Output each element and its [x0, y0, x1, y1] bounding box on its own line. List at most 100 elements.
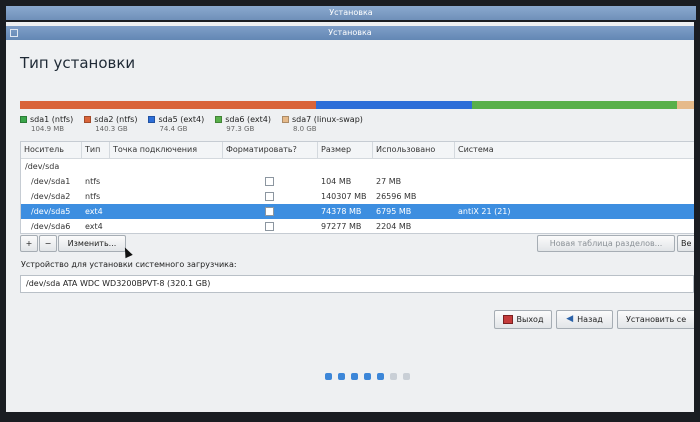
column-header[interactable]: Форматировать? [223, 142, 318, 158]
installer-window: Установка Тип установки sda1 (ntfs) 104.9… [6, 22, 694, 412]
table-body: /dev/sda1 ntfs 104 MB 27 MB/dev/sda2 ntfs 140… [21, 174, 694, 233]
partition-row[interactable]: /dev/sda1 ntfs 104 MB 27 MB [21, 174, 694, 189]
legend-item-name: sda1 (ntfs) [30, 115, 74, 124]
legend-item-top: sda2 (ntfs) [84, 115, 137, 124]
install-button-label: Установить се [626, 315, 687, 324]
cell-used: 2204 MB [376, 222, 412, 231]
cell-used: 26596 MB [376, 192, 417, 201]
legend-swatch-icon [148, 116, 156, 123]
remove-partition-button[interactable]: − [39, 235, 57, 252]
column-header[interactable]: Точка подключения [110, 142, 223, 158]
cell-device: /dev/sda6 [31, 222, 71, 231]
back-button[interactable]: ◀ Назад [556, 310, 613, 329]
partition-bar-segment [677, 101, 694, 109]
step-dot [364, 373, 371, 380]
page-title: Тип установки [20, 54, 136, 72]
legend-item-size: 97.3 GB [226, 125, 255, 133]
quit-button[interactable]: Выход [494, 310, 552, 329]
format-checkbox[interactable] [265, 207, 274, 216]
legend-item: sda6 (ext4) 97.3 GB [215, 115, 271, 133]
cell-device: /dev/sda2 [31, 192, 71, 201]
quit-button-label: Выход [516, 315, 544, 324]
legend-swatch-icon [84, 116, 92, 123]
new-partition-table-button[interactable]: Новая таблица разделов... [537, 235, 675, 252]
legend-item-size: 8.0 GB [292, 125, 317, 133]
legend-item: sda1 (ntfs) 104.9 MB [20, 115, 73, 133]
cell-type: ext4 [85, 207, 103, 216]
legend-item-name: sda2 (ntfs) [94, 115, 138, 124]
partition-bar-segment [472, 101, 678, 109]
legend-item-size: 74.4 GB [159, 125, 188, 133]
outer-window-title: Установка [6, 6, 696, 20]
inner-window-title: Установка [328, 28, 372, 37]
mouse-cursor-icon [121, 245, 133, 259]
cell-type: ext4 [85, 222, 103, 231]
partition-bar [20, 101, 694, 109]
cell-size: 74378 MB [321, 207, 362, 216]
cell-format [223, 177, 318, 186]
window-menu-icon[interactable] [10, 29, 18, 37]
cell-device: /dev/sda5 [31, 207, 71, 216]
bootloader-label: Устройство для установки системного загр… [21, 260, 237, 269]
bootloader-device-select[interactable]: /dev/sda ATA WDC WD3200BPVT-8 (320.1 GB) [20, 275, 694, 293]
column-header[interactable]: Система [455, 142, 694, 158]
cell-used: 27 MB [376, 177, 402, 186]
partition-row[interactable]: /dev/sda6 ext4 97277 MB 2204 MB [21, 219, 694, 233]
legend-item-name: sda5 (ext4) [158, 115, 205, 124]
cell-size: 140307 MB [321, 192, 367, 201]
legend-item-top: sda5 (ext4) [148, 115, 204, 124]
legend-item-size: 140.3 GB [95, 125, 128, 133]
partition-bar-segment [20, 101, 316, 109]
legend-item-size: 104.9 MB [31, 125, 65, 133]
cell-format [223, 222, 318, 231]
cell-system: antiX 21 (21) [458, 207, 511, 216]
column-header[interactable]: Размер [318, 142, 373, 158]
partition-bar-segment [315, 101, 473, 109]
step-dot [403, 373, 410, 380]
back-button-label: Назад [577, 315, 603, 324]
legend-swatch-icon [215, 116, 223, 123]
step-dot [390, 373, 397, 380]
legend-swatch-icon [281, 116, 289, 123]
column-header[interactable]: Использовано [373, 142, 455, 158]
legend-item-top: sda6 (ext4) [215, 115, 271, 124]
partition-row[interactable]: /dev/sda5 ext4 74378 MB 6795 MB antiX 21 (21… [21, 204, 694, 219]
legend-item-name: sda7 (linux-swap) [291, 115, 363, 124]
format-checkbox[interactable] [265, 177, 274, 186]
cell-size: 97277 MB [321, 222, 362, 231]
table-header: Носитель Тип Точка подключения Форматироват… [21, 142, 694, 159]
revert-button[interactable]: Ве [677, 235, 694, 252]
cell-size: 104 MB [321, 177, 352, 186]
install-button[interactable]: Установить се [617, 310, 694, 329]
format-checkbox[interactable] [265, 192, 274, 201]
column-header[interactable]: Тип [82, 142, 110, 158]
step-dot [325, 373, 332, 380]
column-header[interactable]: Носитель [21, 142, 82, 158]
change-partition-button[interactable]: Изменить... [58, 235, 126, 252]
cell-type: ntfs [85, 177, 101, 186]
partition-row[interactable]: /dev/sda2 ntfs 140307 MB 26596 MB [21, 189, 694, 204]
legend-item: sda2 (ntfs) 140.3 GB [84, 115, 137, 133]
legend-item-top: sda1 (ntfs) [20, 115, 73, 124]
exit-icon [502, 315, 513, 324]
inner-window-titlebar: Установка [6, 26, 694, 40]
cell-format [223, 207, 318, 216]
step-dot [351, 373, 358, 380]
cell-format [223, 192, 318, 201]
step-dot [338, 373, 345, 380]
arrow-left-icon: ◀ [566, 314, 574, 324]
cell-type: ntfs [85, 192, 101, 201]
cell-used: 6795 MB [376, 207, 412, 216]
cell-device: /dev/sda1 [31, 177, 71, 186]
legend-item: sda7 (linux-swap) 8.0 GB [281, 115, 363, 133]
legend-item-name: sda6 (ext4) [225, 115, 271, 124]
partition-legend: sda1 (ntfs) 104.9 MB sda2 (ntfs) 140.3 GB sd… [20, 115, 374, 133]
legend-swatch-icon [20, 116, 27, 123]
add-partition-button[interactable]: + [20, 235, 38, 252]
format-checkbox[interactable] [265, 222, 274, 231]
partition-table[interactable]: Носитель Тип Точка подключения Форматироват… [20, 141, 694, 234]
legend-item: sda5 (ext4) 74.4 GB [148, 115, 204, 133]
device-group-row[interactable]: /dev/sda [21, 159, 694, 174]
legend-item-top: sda7 (linux-swap) [281, 115, 363, 124]
step-progress-dots [325, 373, 416, 380]
